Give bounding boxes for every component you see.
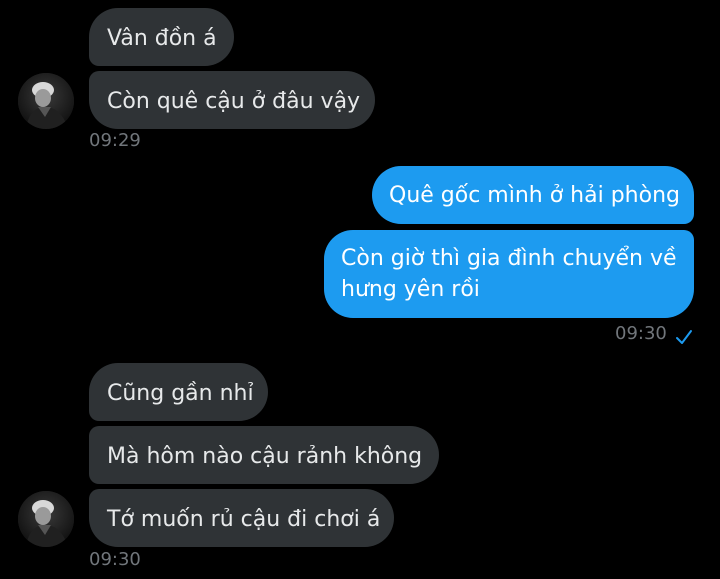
message-timestamp: 09:30 <box>89 549 141 570</box>
message-bubble-received[interactable]: Vân đồn á <box>89 8 234 66</box>
message-text: Quê gốc mình ở hải phòng <box>389 183 680 208</box>
message-bubble-received[interactable]: Cũng gần nhỉ <box>89 363 268 421</box>
message-text: Còn quê cậu ở đâu vậy <box>107 89 361 114</box>
avatar-photo-icon <box>18 491 74 547</box>
message-timestamp: 09:30 <box>615 323 667 344</box>
message-text-line: Còn giờ thì gia đình chuyển về <box>341 246 677 271</box>
message-bubble-sent[interactable]: Còn giờ thì gia đình chuyển về hưng yên … <box>324 230 694 318</box>
message-text: Vân đồn á <box>107 26 217 51</box>
message-text: Tớ muốn rủ cậu đi chơi á <box>107 507 381 532</box>
message-bubble-received[interactable]: Còn quê cậu ở đâu vậy <box>89 71 375 129</box>
avatar-photo-icon <box>18 73 74 129</box>
checkmark-icon <box>676 330 692 344</box>
message-bubble-sent[interactable]: Quê gốc mình ở hải phòng <box>372 166 694 224</box>
message-bubble-received[interactable]: Mà hôm nào cậu rảnh không <box>89 426 439 484</box>
user-avatar[interactable] <box>18 491 74 547</box>
message-bubble-received[interactable]: Tớ muốn rủ cậu đi chơi á <box>89 489 394 547</box>
message-text: Mà hôm nào cậu rảnh không <box>107 444 423 469</box>
message-timestamp: 09:29 <box>89 130 141 151</box>
message-text-line: hưng yên rồi <box>341 277 480 302</box>
message-text: Cũng gần nhỉ <box>107 381 254 406</box>
user-avatar[interactable] <box>18 73 74 129</box>
